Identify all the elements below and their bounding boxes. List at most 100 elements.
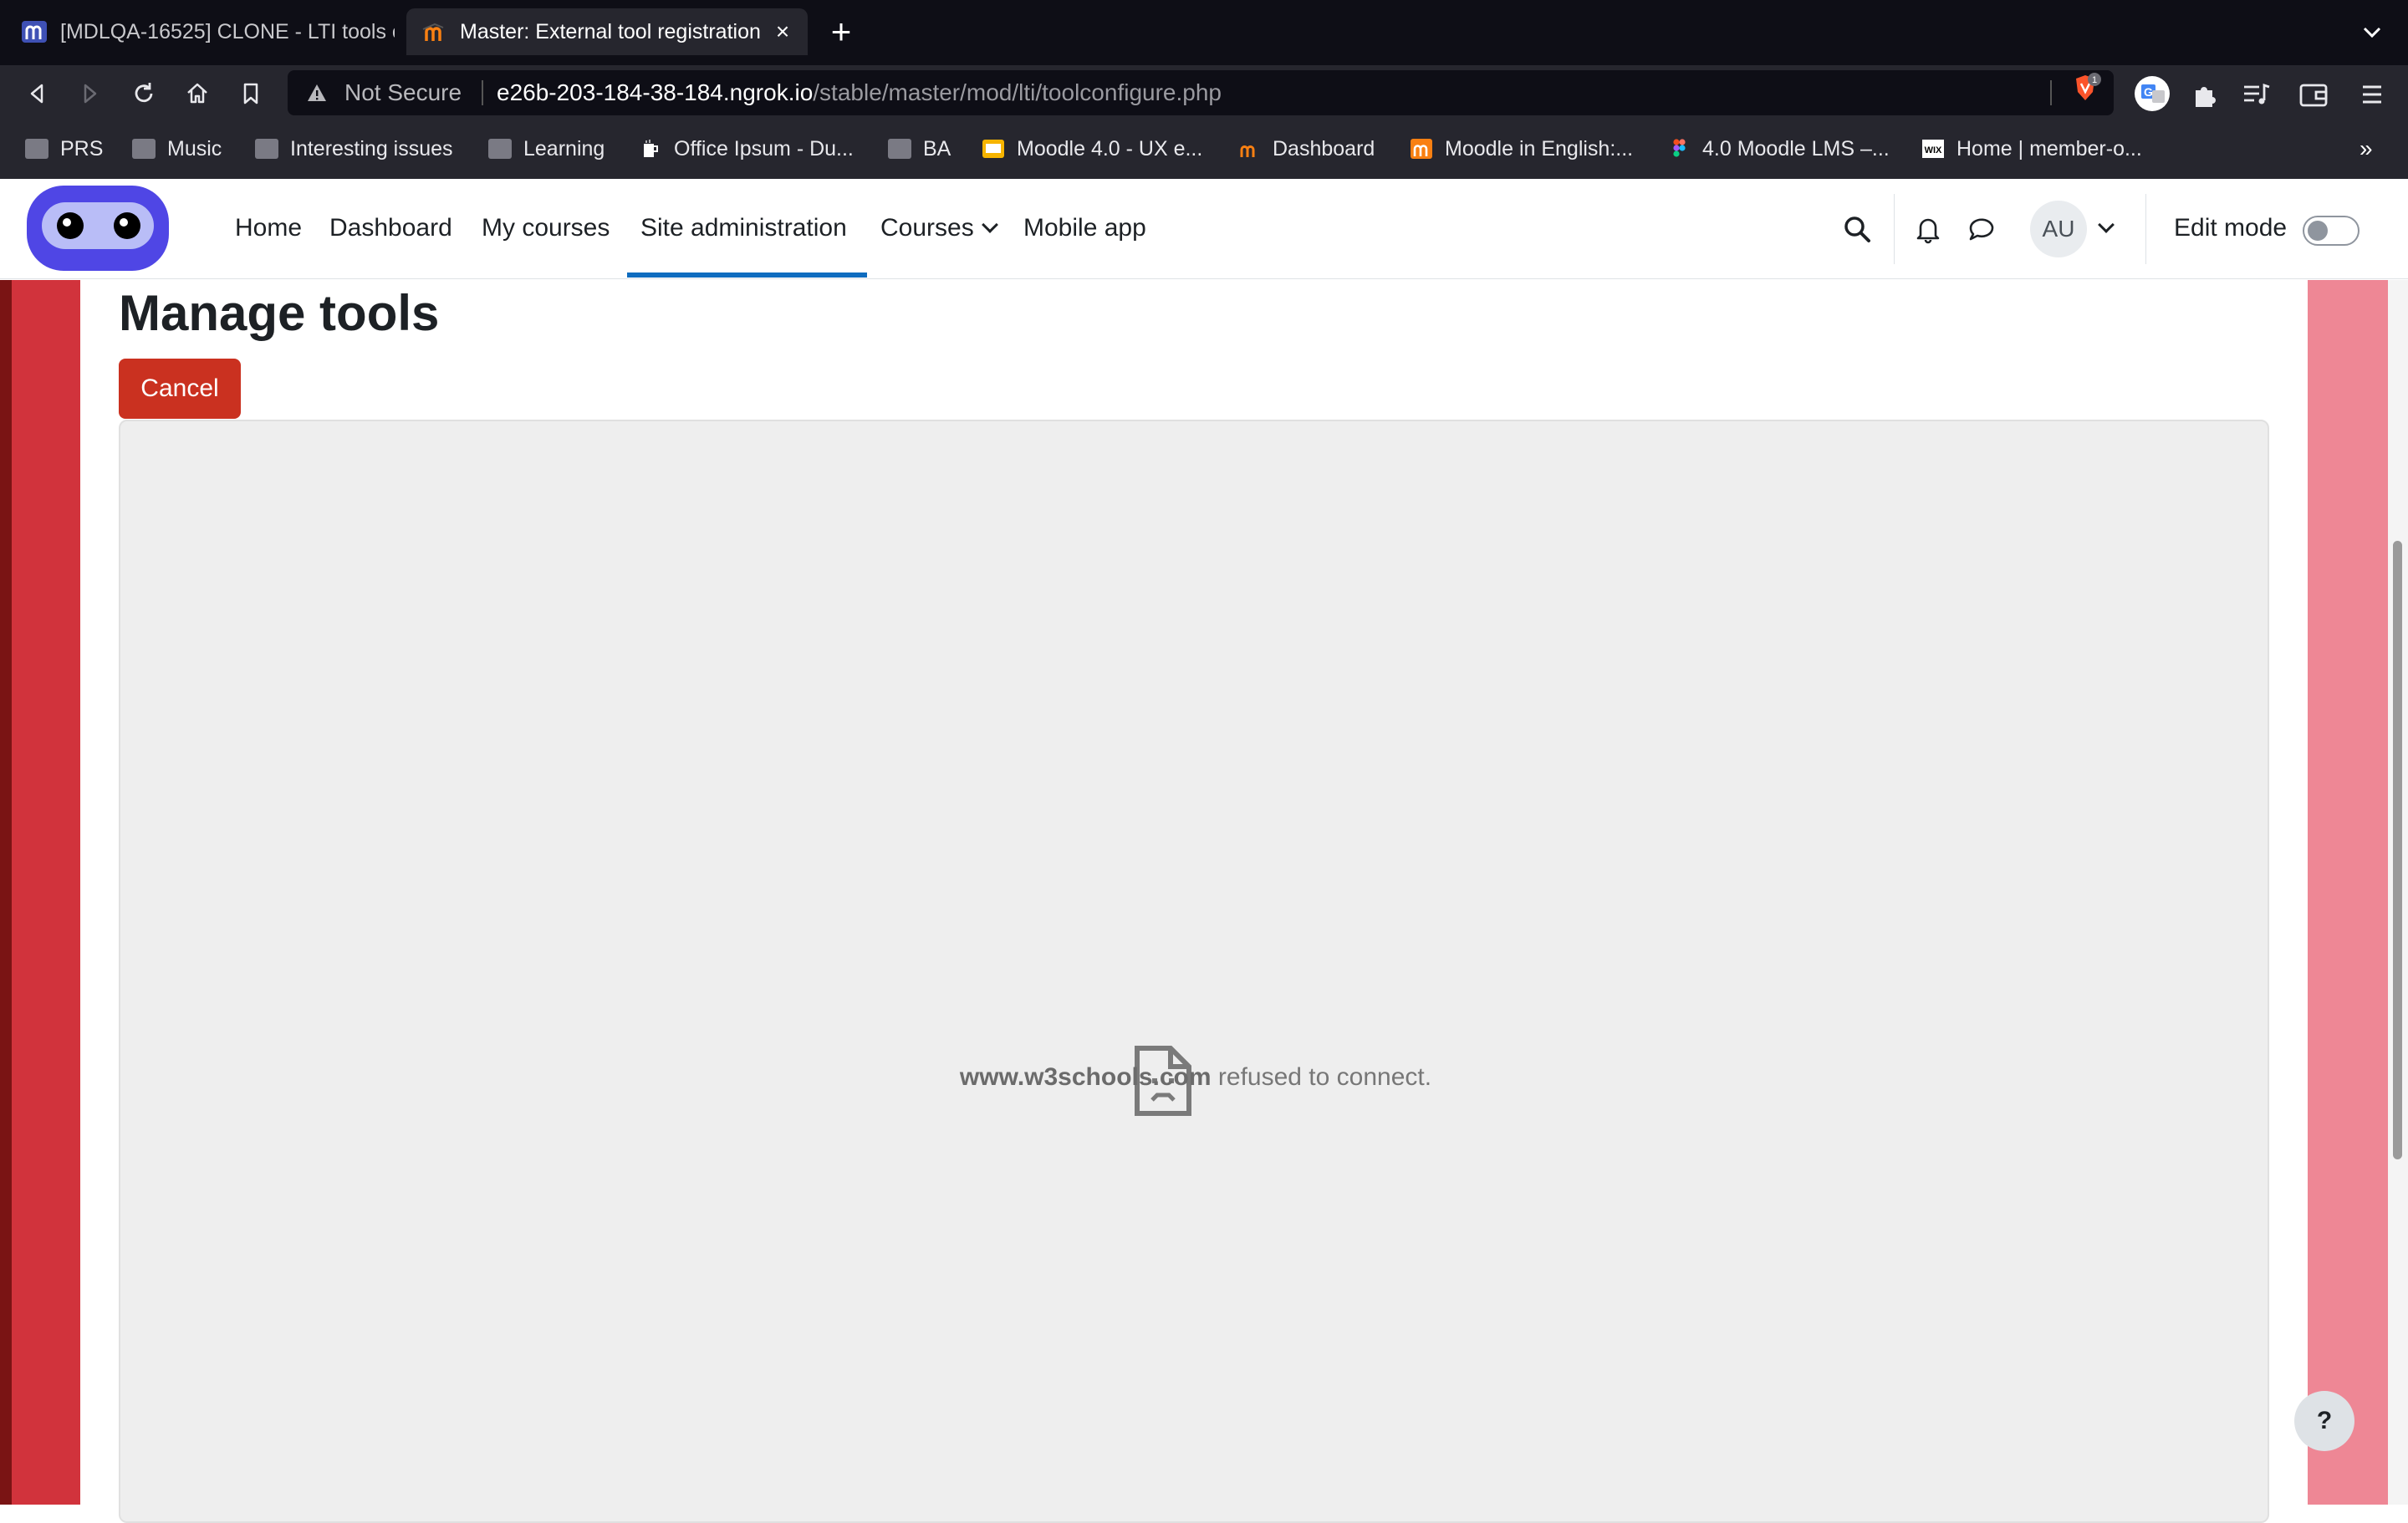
bookmark-music[interactable]: Music <box>132 134 222 164</box>
browser-tab-active[interactable]: Master: External tool registration × <box>406 8 808 55</box>
moodle-icon <box>1411 139 1432 159</box>
bookmark-interesting-issues[interactable]: Interesting issues <box>255 134 453 164</box>
home-icon[interactable] <box>184 80 211 107</box>
bookmark-wix[interactable]: WIX Home | member-o... <box>1921 134 2142 164</box>
menu-icon[interactable] <box>2356 79 2388 110</box>
left-theme-stripe <box>0 280 80 1505</box>
bookmark-moodle-ux[interactable]: Moodle 4.0 - UX e... <box>982 134 1202 164</box>
back-icon[interactable] <box>23 80 50 107</box>
active-nav-indicator <box>627 273 867 278</box>
moodle-navbar: Home Dashboard My courses Site administr… <box>0 179 2408 279</box>
bookmark-label: 4.0 Moodle LMS –... <box>1702 136 1890 160</box>
url-host: e26b-203-184-38-184.ngrok.io <box>497 79 814 105</box>
address-bar[interactable]: Not Secure e26b-203-184-38-184.ngrok.io/… <box>288 70 2114 115</box>
wallet-icon[interactable] <box>2298 79 2329 110</box>
bookmark-label: Office Ipsum - Du... <box>674 136 854 160</box>
tool-iframe[interactable]: www.w3schools.com refused to connect. <box>119 420 2269 1523</box>
reload-icon[interactable] <box>130 80 157 107</box>
nav-my-courses[interactable]: My courses <box>482 214 610 242</box>
media-playlist-icon[interactable] <box>2241 79 2273 110</box>
puzzle-extensions-icon[interactable] <box>2189 79 2221 110</box>
error-host: www.w3schools.com <box>959 1063 1212 1091</box>
forward-icon[interactable] <box>77 80 104 107</box>
nav-site-administration[interactable]: Site administration <box>640 214 847 242</box>
slides-icon <box>982 140 1004 158</box>
bookmark-moodle-english[interactable]: Moodle in English:... <box>1410 134 1633 164</box>
navbar-divider <box>2145 194 2146 264</box>
bookmark-office-ipsum[interactable]: Office Ipsum - Du... <box>639 134 854 164</box>
url-text[interactable]: e26b-203-184-38-184.ngrok.io/stable/mast… <box>497 79 1222 106</box>
toolbar-divider <box>2050 80 2052 105</box>
tab-title: Master: External tool registration <box>460 19 761 43</box>
folder-icon <box>25 139 48 159</box>
browser-tab-strip: [MDLQA-16525] CLONE - LTI tools configur… <box>0 0 2408 65</box>
moodle-icon <box>1240 145 1255 157</box>
url-path: /stable/master/mod/lti/toolconfigure.php <box>813 79 1222 105</box>
folder-icon <box>132 139 156 159</box>
url-separator <box>482 80 483 105</box>
bookmark-prs[interactable]: PRS <box>25 134 103 164</box>
chevron-down-icon <box>981 216 998 233</box>
right-theme-stripe <box>2308 280 2388 1505</box>
search-icon[interactable] <box>1842 214 1872 244</box>
warning-icon <box>308 84 326 101</box>
bookmark-label: Dashboard <box>1273 136 1375 160</box>
bookmark-label: Music <box>167 136 222 160</box>
navbar-divider <box>1894 194 1895 264</box>
nav-dashboard[interactable]: Dashboard <box>329 214 452 242</box>
message-icon[interactable] <box>1967 214 1997 244</box>
not-secure-label[interactable]: Not Secure <box>344 79 462 106</box>
bell-icon[interactable] <box>1913 214 1943 244</box>
cancel-button[interactable]: Cancel <box>119 359 241 419</box>
help-button[interactable]: ? <box>2294 1391 2354 1451</box>
folder-icon <box>888 139 911 159</box>
cup-icon <box>644 140 658 157</box>
tab-title: [MDLQA-16525] CLONE - LTI tools configur… <box>60 19 395 43</box>
bookmark-dashboard[interactable]: Dashboard <box>1237 134 1375 164</box>
moodle-tracker-icon <box>22 21 47 43</box>
brave-badge: 1 <box>2092 75 2097 85</box>
page-scrollbar[interactable] <box>2388 280 2408 1505</box>
brave-shield-icon[interactable]: 1 <box>2069 72 2101 104</box>
bookmark-label: Moodle 4.0 - UX e... <box>1017 136 1203 160</box>
user-menu-chevron-icon[interactable] <box>2098 216 2115 233</box>
bookmarks-bar: PRS Music Interesting issues Learning Of… <box>0 122 2408 180</box>
bookmark-label: PRS <box>60 136 104 160</box>
bookmark-ba[interactable]: BA <box>888 134 951 164</box>
bookmark-label: Interesting issues <box>290 136 453 160</box>
folder-icon <box>488 139 512 159</box>
moodle-icon <box>422 23 444 41</box>
close-tab-icon[interactable]: × <box>771 20 794 43</box>
bookmark-icon[interactable] <box>237 80 264 107</box>
browser-tab[interactable]: [MDLQA-16525] CLONE - LTI tools configur… <box>0 8 403 55</box>
connection-error-text: www.w3schools.com refused to connect. <box>120 1063 2271 1092</box>
svg-text:WIX: WIX <box>1925 145 1942 155</box>
edit-mode-label: Edit mode <box>2174 214 2288 242</box>
error-message: refused to connect. <box>1211 1063 1432 1091</box>
toggle-knob <box>2308 221 2328 241</box>
bookmark-figma[interactable]: 4.0 Moodle LMS –... <box>1667 134 1890 164</box>
wix-icon: WIX <box>1922 140 1944 158</box>
nav-home[interactable]: Home <box>235 214 302 242</box>
bookmark-learning[interactable]: Learning <box>488 134 605 164</box>
bookmark-label: Moodle in English:... <box>1445 136 1634 160</box>
user-avatar[interactable]: AU <box>2030 201 2087 257</box>
bookmark-label: BA <box>923 136 951 160</box>
scrollbar-thumb[interactable] <box>2393 541 2402 1159</box>
folder-icon <box>255 139 278 159</box>
more-bookmarks-icon[interactable]: » <box>2360 135 2373 162</box>
new-tab-icon[interactable]: + <box>824 14 858 49</box>
browser-toolbar: Not Secure e26b-203-184-38-184.ngrok.io/… <box>0 65 2408 122</box>
edit-mode-toggle[interactable] <box>2303 216 2360 246</box>
bookmark-label: Learning <box>523 136 605 160</box>
figma-icon <box>1673 139 1686 157</box>
nav-mobile-app[interactable]: Mobile app <box>1023 214 1146 242</box>
site-logo[interactable] <box>27 186 169 271</box>
translate-extension-icon[interactable]: G <box>2134 75 2171 112</box>
bookmark-label: Home | member-o... <box>1956 136 2142 160</box>
page-title: Manage tools <box>119 285 440 341</box>
svg-text:G: G <box>2144 85 2153 99</box>
chevron-down-icon[interactable] <box>2360 20 2385 45</box>
nav-courses-dropdown[interactable]: Courses <box>880 214 998 242</box>
left-edge <box>0 280 12 1505</box>
